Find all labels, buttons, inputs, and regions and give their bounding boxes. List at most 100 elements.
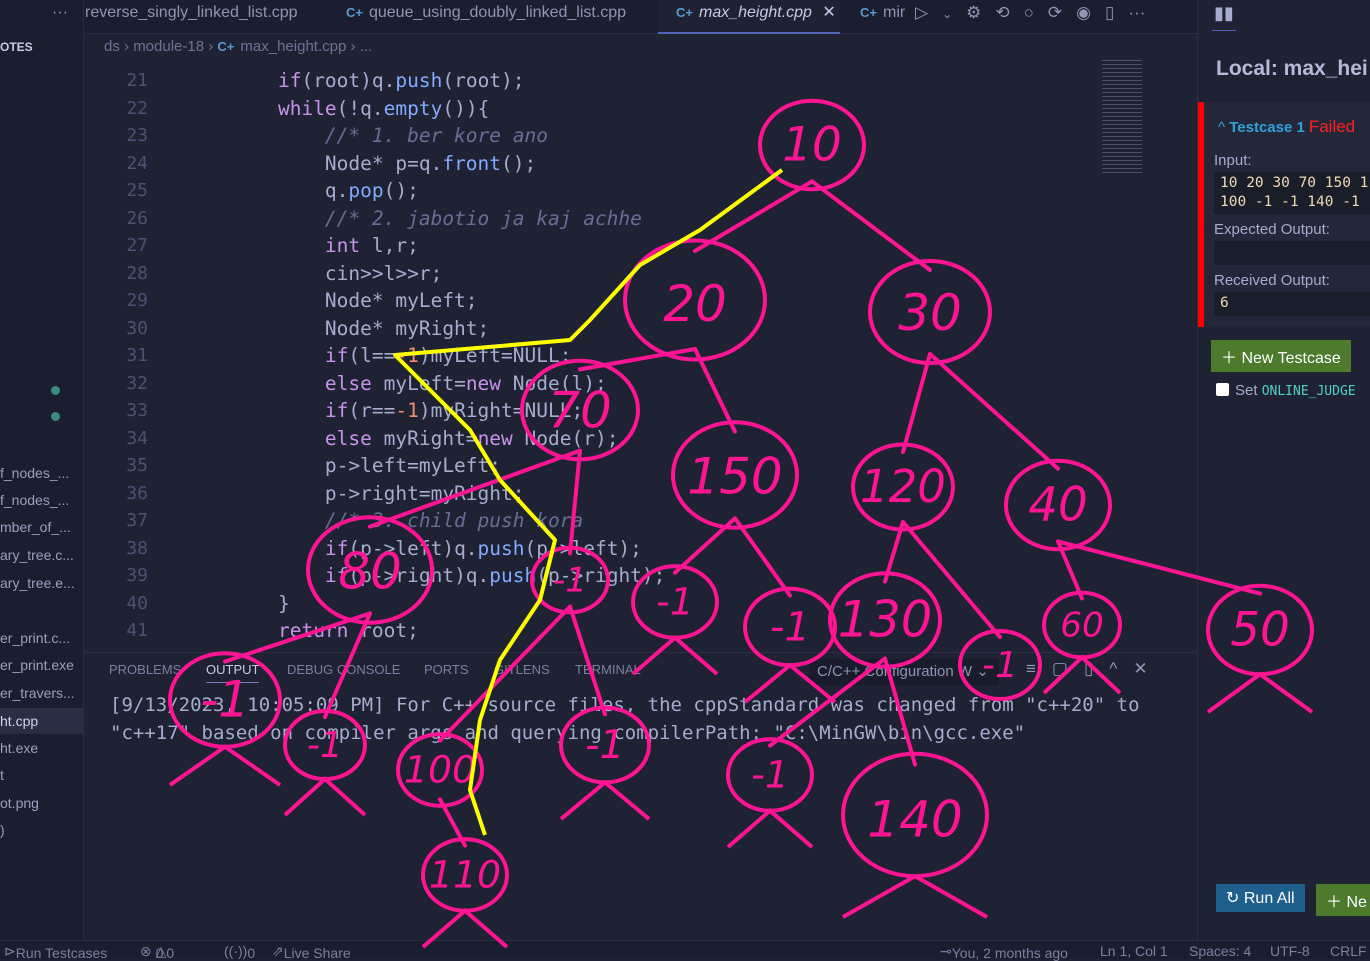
competitive-companion-panel: ▮▮ Local: max_hei ^ Testcase 1 Failed Inp…: [1197, 0, 1370, 940]
tab-problems[interactable]: PROBLEMS: [109, 662, 181, 677]
line-number: 40: [126, 592, 148, 614]
testcase-name: Testcase 1: [1229, 119, 1305, 136]
file-item[interactable]: f_nodes_...: [0, 460, 83, 486]
file-item[interactable]: mber_of_...: [0, 514, 83, 540]
code-text: }: [231, 591, 290, 615]
explorer-header: OTES: [0, 40, 33, 54]
copy-icon[interactable]: ▯: [1084, 659, 1093, 678]
git-compare-icon[interactable]: ◉: [1076, 3, 1091, 22]
tab-label: mir: [882, 4, 906, 21]
file-item[interactable]: ary_tree.c...: [0, 542, 83, 568]
tab-ports[interactable]: PORTS: [424, 662, 469, 677]
split-editor-icon[interactable]: ▯: [1105, 3, 1114, 22]
bottom-panel: PROBLEMS OUTPUT DEBUG CONSOLE PORTS GITL…: [84, 652, 1197, 940]
breadcrumb-item[interactable]: ds: [104, 38, 120, 55]
run-icon[interactable]: ▷: [915, 3, 928, 22]
panel-title: Local: max_hei: [1216, 57, 1368, 80]
code-text: p->left=myLeft;: [231, 454, 502, 477]
code-text: if(p->left)q.push(p->left);: [324, 536, 642, 560]
code-text: q.pop();: [231, 179, 419, 202]
new-testcase-button[interactable]: ＋ New Testcase: [1211, 340, 1351, 372]
cpp-file-icon: C+: [217, 39, 235, 54]
file-item[interactable]: er_travers...: [0, 680, 83, 706]
file-item[interactable]: ht.cpp: [0, 708, 83, 734]
tab-label: max_height.cpp: [698, 4, 812, 21]
line-endings[interactable]: CRLF: [1330, 943, 1367, 959]
tab-gitlens[interactable]: GITLENS: [494, 662, 550, 677]
file-item[interactable]: ary_tree.e...: [0, 570, 83, 596]
file-item[interactable]: ot.png: [0, 790, 83, 816]
ports-status[interactable]: ((·)) 0: [224, 943, 255, 961]
code-text: //* 2. jabotio ja kaj achhe: [231, 206, 642, 230]
file-item[interactable]: f_nodes_...: [0, 487, 83, 513]
chevron-up-icon[interactable]: ^: [1218, 119, 1229, 136]
circle-icon[interactable]: ○: [1024, 3, 1034, 22]
button-label: Run All: [1243, 890, 1295, 907]
tab-terminal[interactable]: TERMINAL: [575, 662, 641, 677]
input-field[interactable]: 10 20 30 70 150 1 100 -1 -1 140 -1: [1214, 172, 1370, 214]
line-number: 26: [126, 207, 148, 229]
output-channel-select[interactable]: C/C++ Configuration W ⌄: [809, 659, 999, 685]
tab-output[interactable]: OUTPUT: [206, 662, 260, 683]
code-text: Node* p=q.front();: [231, 151, 537, 175]
button-label: New Testcase: [1241, 350, 1341, 367]
maximize-panel-icon[interactable]: ^: [1109, 659, 1117, 678]
breadcrumb: ds › module-18 › C+ max_height.cpp › ...: [104, 38, 373, 55]
gear-icon[interactable]: ⚙: [966, 3, 981, 22]
testcase-card: ^ Testcase 1 Failed Input: 10 20 30 70 15…: [1198, 102, 1370, 327]
live-share-button[interactable]: ⇗ Live Share: [272, 943, 351, 961]
git-blame-status[interactable]: ⊸ You, 2 months ago: [940, 943, 1068, 961]
line-number: 28: [126, 262, 148, 284]
more-actions-icon[interactable]: ···: [1128, 3, 1145, 22]
run-all-button[interactable]: ↻ Run All: [1216, 884, 1305, 912]
cursor-position[interactable]: Ln 1, Col 1: [1100, 943, 1168, 959]
problems-status[interactable]: ⊗ 0 △ 0: [140, 943, 174, 961]
run-testcases-button[interactable]: ⊳ Run Testcases: [4, 943, 107, 961]
file-item[interactable]: ): [0, 817, 83, 843]
breadcrumb-item[interactable]: max_height.cpp: [240, 38, 346, 55]
panel-actions: ≡ ▢ ▯ ^ ✕: [1026, 659, 1164, 679]
cpp-file-icon: C+: [346, 5, 363, 20]
breadcrumb-item[interactable]: module-18: [133, 38, 204, 55]
indentation[interactable]: Spaces: 4: [1189, 943, 1251, 959]
line-number: 39: [126, 565, 148, 586]
expected-output-field[interactable]: [1214, 241, 1370, 265]
close-tab-icon[interactable]: ✕: [822, 4, 835, 21]
input-label: Input:: [1214, 152, 1252, 169]
online-judge-checkbox[interactable]: Set ONLINE_JUDGE: [1216, 382, 1356, 399]
cpp-file-icon: C+: [676, 5, 693, 20]
checkbox[interactable]: [1216, 383, 1229, 396]
new-button[interactable]: ＋ Ne: [1316, 884, 1370, 916]
tab-mir[interactable]: C+ mir: [860, 0, 905, 34]
tab-queue-using-doubly-linked-list[interactable]: C+ queue_using_doubly_linked_list.cpp: [346, 0, 626, 34]
received-label: Received Output:: [1214, 272, 1330, 289]
code-text: else myRight=new Node(r);: [324, 426, 619, 450]
file-item[interactable]: ht.exe: [0, 735, 83, 761]
go-back-icon[interactable]: ⟲: [995, 3, 1009, 22]
chart-bars-icon[interactable]: ▮▮: [1212, 3, 1236, 31]
tab-reverse-singly-linked-list[interactable]: reverse_singly_linked_list.cpp: [85, 0, 298, 34]
encoding[interactable]: UTF-8: [1270, 943, 1310, 959]
line-number: 32: [126, 372, 148, 394]
chevron-down-icon[interactable]: ⌄: [942, 7, 952, 21]
code-text: //* 3. child push kora: [231, 509, 584, 532]
file-item[interactable]: er_print.c...: [0, 625, 83, 651]
line-number: 23: [126, 125, 148, 146]
tab-max-height[interactable]: C+ max_height.cpp ✕: [658, 0, 840, 34]
file-item[interactable]: t: [0, 762, 83, 788]
minimap[interactable]: [1102, 60, 1142, 175]
lock-icon[interactable]: ▢: [1052, 659, 1068, 678]
testcase-header[interactable]: ^ Testcase 1 Failed: [1218, 117, 1355, 137]
breadcrumb-item[interactable]: ...: [360, 38, 373, 55]
set-label: Set: [1235, 382, 1258, 399]
tab-debug-console[interactable]: DEBUG CONSOLE: [287, 662, 400, 677]
go-forward-icon[interactable]: ⟳: [1048, 3, 1062, 22]
close-panel-icon[interactable]: ✕: [1133, 659, 1147, 678]
line-number: 31: [126, 345, 148, 366]
code-text: Node* myLeft;: [231, 289, 478, 312]
code-text: if(r==-1)myRight=NULL;: [324, 399, 584, 422]
code-editor[interactable]: 21 if(root)q.push(root); 22 while(!q.empt…: [84, 67, 1197, 652]
code-text: p->right=myRight;: [231, 481, 525, 505]
clear-output-icon[interactable]: ≡: [1026, 659, 1036, 678]
file-item[interactable]: er_print.exe: [0, 652, 83, 678]
